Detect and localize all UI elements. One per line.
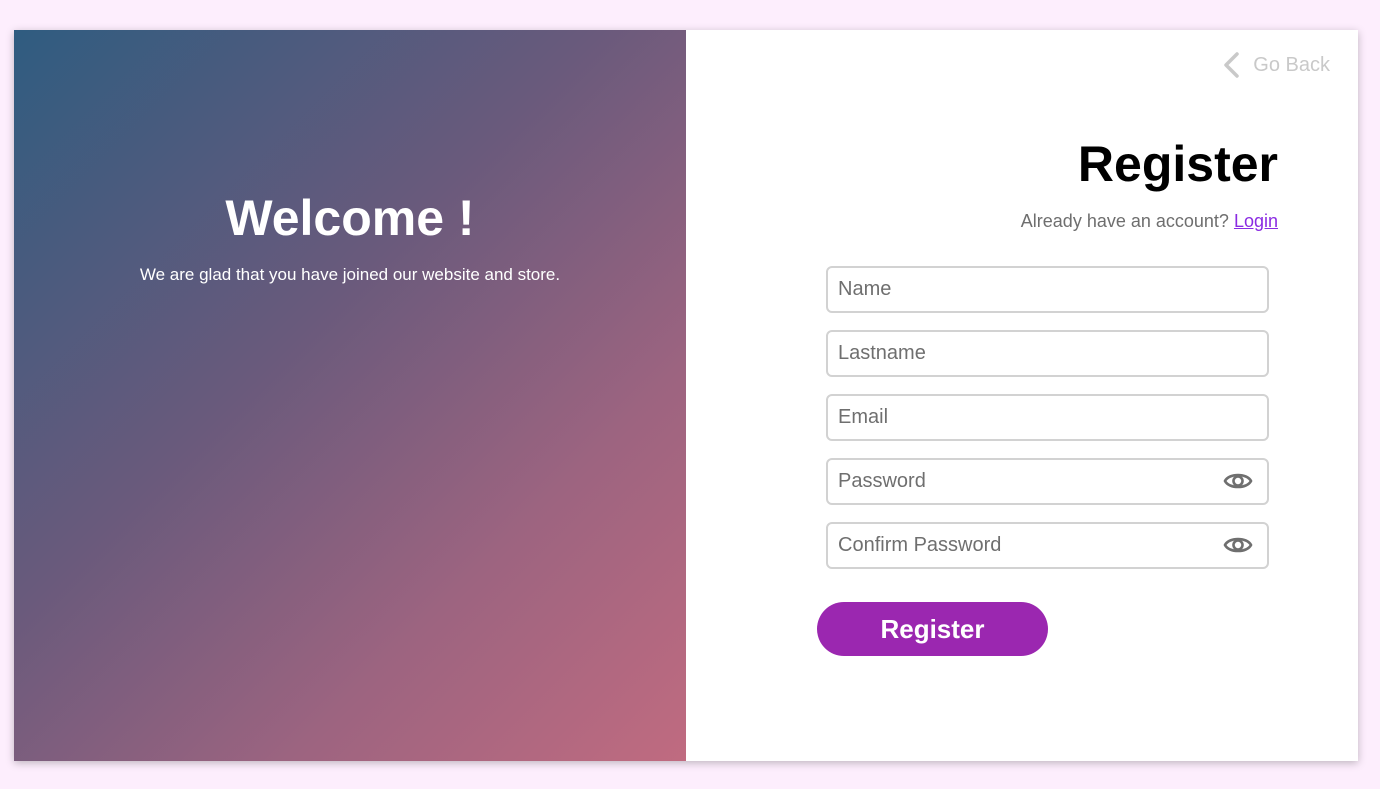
register-title: Register <box>1077 136 1278 192</box>
lastname-input[interactable] <box>828 332 1218 375</box>
eye-icon[interactable] <box>1223 469 1253 493</box>
go-back-link[interactable]: Go Back <box>1221 52 1330 78</box>
register-card: Welcome ! We are glad that you have join… <box>14 30 1358 761</box>
email-input[interactable] <box>828 396 1218 439</box>
account-prompt: Already have an account? Login <box>1021 210 1278 232</box>
register-button[interactable]: Register <box>817 602 1048 656</box>
email-field <box>826 394 1269 441</box>
welcome-title: Welcome ! <box>225 190 475 246</box>
password-input[interactable] <box>828 460 1218 503</box>
welcome-message: We are glad that you have joined our web… <box>139 265 561 284</box>
confirm-password-input[interactable] <box>828 524 1218 567</box>
eye-icon[interactable] <box>1223 533 1253 557</box>
login-link[interactable]: Login <box>1234 211 1278 231</box>
account-prompt-text: Already have an account? <box>1020 211 1229 231</box>
name-field <box>826 266 1269 313</box>
name-input[interactable] <box>828 268 1218 311</box>
welcome-panel: Welcome ! We are glad that you have join… <box>14 30 686 761</box>
chevron-left-icon <box>1224 52 1240 78</box>
register-panel: Go Back Register Already have an account… <box>686 30 1358 761</box>
confirm-password-field <box>826 522 1269 569</box>
go-back-label: Go Back <box>1253 53 1330 76</box>
lastname-field <box>826 330 1269 377</box>
password-field <box>826 458 1269 505</box>
